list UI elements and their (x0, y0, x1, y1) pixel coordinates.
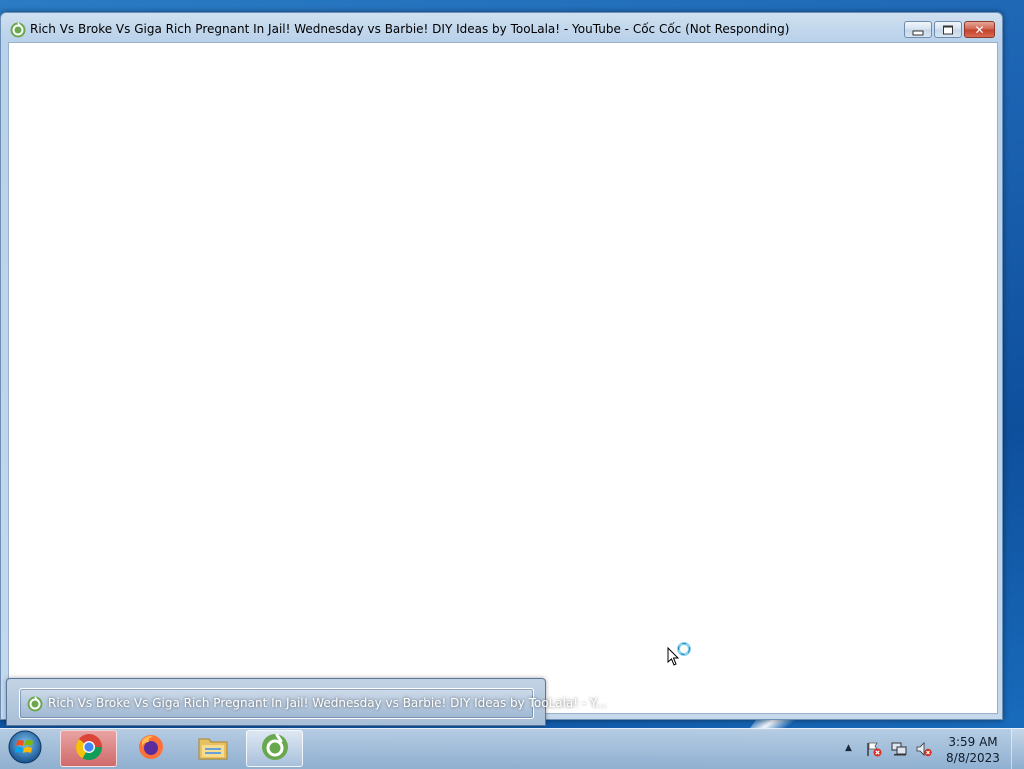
window-titlebar[interactable]: Rich Vs Broke Vs Giga Rich Pregnant In J… (1, 13, 1002, 43)
chrome-icon (75, 733, 103, 765)
network-icon[interactable] (891, 741, 907, 757)
show-hidden-icons[interactable]: ▲ (845, 743, 852, 753)
thumbnail-title: Rich Vs Broke Vs Giga Rich Pregnant In J… (48, 696, 607, 710)
thumbnail-window-item[interactable]: Rich Vs Broke Vs Giga Rich Pregnant In J… (19, 688, 606, 719)
close-button[interactable]: ✕ (964, 21, 995, 38)
volume-muted-icon[interactable] (916, 741, 932, 757)
busy-cursor-icon (667, 641, 695, 669)
browser-window[interactable]: Rich Vs Broke Vs Giga Rich Pregnant In J… (0, 12, 1003, 720)
taskbar-thumbnail-preview[interactable]: Rich Vs Broke Vs Giga Rich Pregnant In J… (6, 678, 606, 726)
minimize-icon (912, 30, 924, 35)
windows-start-icon (7, 729, 43, 769)
taskbar-firefox-button[interactable] (122, 730, 179, 767)
clock-date: 8/8/2023 (946, 751, 1000, 765)
show-desktop-button[interactable] (1011, 729, 1024, 769)
action-center-flag-icon[interactable] (866, 741, 882, 757)
maximize-icon (943, 25, 953, 34)
start-button[interactable] (5, 730, 45, 768)
taskbar-file-explorer-button[interactable] (184, 730, 241, 767)
maximize-button[interactable] (934, 21, 962, 38)
window-title: Rich Vs Broke Vs Giga Rich Pregnant In J… (30, 22, 790, 36)
taskbar-chrome-button[interactable] (60, 730, 117, 767)
minimize-button[interactable] (904, 21, 932, 38)
firefox-icon (137, 733, 165, 765)
taskbar-coccoc-button[interactable] (246, 730, 303, 767)
taskbar: ▲ 3:59 AM 8/8/2023 (0, 728, 1024, 769)
system-clock[interactable]: 3:59 AM 8/8/2023 (940, 734, 1006, 766)
coccoc-icon (10, 22, 26, 38)
file-explorer-icon (197, 733, 229, 765)
page-content-area[interactable] (8, 42, 998, 714)
coccoc-icon (260, 732, 290, 766)
clock-time: 3:59 AM (948, 735, 998, 749)
coccoc-icon (27, 696, 43, 712)
close-icon: ✕ (974, 22, 985, 37)
